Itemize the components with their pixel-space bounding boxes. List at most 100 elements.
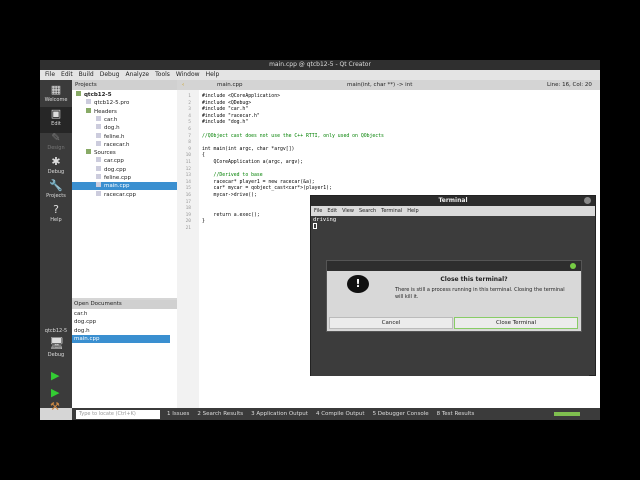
folder-icon [86, 107, 91, 113]
folder-icon [76, 91, 81, 96]
open-document[interactable]: car.h [72, 310, 170, 318]
symbol-selector[interactable]: main(int, char **) -> int [347, 80, 412, 90]
output-tab[interactable]: 4 Compile Output [316, 411, 365, 417]
mode-design[interactable]: ✎ Design [40, 131, 72, 157]
mode-edit[interactable]: ▣ Edit [40, 107, 72, 133]
mode-label: Help [50, 217, 62, 223]
output-tab[interactable]: 2 Search Results [197, 411, 243, 417]
menu-analyze[interactable]: Analyze [125, 70, 149, 80]
terminal-menu-item[interactable]: Terminal [381, 206, 402, 216]
open-documents-header[interactable]: Open Documents [72, 300, 177, 309]
tree-item[interactable]: racecar.cpp [72, 190, 177, 199]
dialog-titlebar [327, 261, 581, 271]
line-number: 13 [185, 173, 191, 179]
code-line: int main(int argc, char *argv[]) [202, 146, 295, 152]
open-document[interactable]: dog.cpp [72, 318, 170, 326]
tree-label: dog.cpp [104, 166, 127, 173]
close-icon[interactable] [584, 197, 591, 204]
mode-projects[interactable]: 🔧 Projects [40, 179, 72, 205]
wrench-icon: 🔧 [49, 179, 63, 192]
folder-icon [86, 149, 91, 155]
tree-label: qtcb12-5.pro [94, 100, 130, 107]
file-icon [96, 124, 101, 130]
terminal-menu-item[interactable]: Search [359, 206, 376, 216]
tree-item[interactable]: dog.h [72, 124, 177, 132]
kit-project[interactable]: qtcb12-5 [40, 328, 72, 334]
mode-welcome[interactable]: ▦ Welcome [40, 83, 72, 109]
open-document[interactable]: main.cpp [72, 334, 170, 343]
tree-item[interactable]: Sources [72, 149, 177, 157]
tree-item[interactable]: main.cpp [72, 182, 177, 191]
line-number: 21 [185, 226, 191, 231]
dialog-close-icon[interactable] [570, 263, 576, 269]
terminal-output-text: driving [313, 217, 337, 223]
menu-debug[interactable]: Debug [100, 70, 120, 80]
tree-item[interactable]: racecar.h [72, 140, 177, 149]
file-icon [96, 115, 101, 121]
output-tab[interactable]: 3 Application Output [251, 411, 308, 417]
menu-window[interactable]: Window [176, 70, 200, 80]
output-tab[interactable]: 8 Test Results [437, 411, 475, 417]
terminal-menu-item[interactable]: File [314, 206, 322, 216]
mode-bar: ▦ Welcome ▣ Edit ✎ Design ✱ Debug 🔧 Projects? Help… [40, 80, 72, 413]
terminal-menu-item[interactable]: View [342, 206, 354, 216]
tree-label: Headers [94, 108, 117, 115]
monitor-icon[interactable]: 🖥 [49, 336, 64, 350]
tree-item[interactable]: qtcb12-5.pro [72, 99, 177, 107]
file-icon [96, 157, 101, 163]
tree-label: racecar.h [104, 141, 130, 148]
back-icon[interactable]: ‹ [182, 80, 184, 90]
tree-item[interactable]: car.h [72, 115, 177, 124]
line-number: 16 [185, 193, 191, 198]
tree-item[interactable]: feline.cpp [72, 174, 177, 182]
output-pane-bar: Type to locate (Ctrl+K) 1 Issues 2 Search… [72, 408, 600, 420]
open-document[interactable]: dog.h [72, 327, 170, 335]
code-line: car* mycar = qobject_cast<car*>(player1)… [202, 186, 332, 192]
menu-build[interactable]: Build [79, 70, 94, 80]
line-number: 3 [188, 107, 191, 113]
build-hammer-icon[interactable]: ⚒ [50, 400, 60, 413]
menu-file[interactable]: File [45, 70, 55, 80]
menu-edit[interactable]: Edit [61, 70, 73, 80]
line-number: 1 [188, 94, 191, 99]
tree-item[interactable]: dog.cpp [72, 165, 177, 174]
dialog-title: Close this terminal? [440, 276, 508, 283]
tree-item[interactable]: qtcb12-5 [72, 91, 177, 99]
mode-label: Design [47, 145, 65, 151]
file-selector[interactable]: main.cpp [217, 80, 243, 90]
file-icon [86, 99, 91, 105]
terminal-title: Terminal [311, 196, 595, 206]
menu-bar: File Edit Build Debug Analyze Tools Window Help [40, 70, 600, 80]
close-terminal-button[interactable]: Close Terminal [454, 317, 578, 329]
terminal-menu-item[interactable]: Edit [327, 206, 337, 216]
dialog-message: There is still a process running in this… [395, 287, 565, 300]
locate-input[interactable]: Type to locate (Ctrl+K) [76, 409, 160, 419]
menu-help[interactable]: Help [206, 70, 220, 80]
cancel-button[interactable]: Cancel [329, 317, 453, 329]
code-line: //Derived to base [202, 173, 263, 179]
project-tree: qtcb12-5 qtcb12-5.pro Headers car.h dog.h fel… [72, 90, 177, 298]
editor-toolbar: ‹ main.cpp main(int, char **) -> int Lin… [177, 80, 600, 90]
output-tab[interactable]: 1 Issues [167, 411, 189, 417]
tree-label: dog.h [104, 125, 120, 132]
code-line: } [202, 219, 205, 225]
output-tab[interactable]: 5 Debugger Console [373, 411, 429, 417]
line-number: 10 [185, 153, 191, 159]
line-number: 5 [188, 120, 191, 126]
line-gutter: 1 2 3 4 5 6 7 8 9 10 11 12 13 14 15 16 17 18 19 20 21 [177, 90, 199, 408]
tree-item[interactable]: car.cpp [72, 157, 177, 165]
mode-label: Debug [47, 169, 65, 175]
code-line: //QObject cast does not use the C++ RTTI… [202, 133, 384, 139]
tree-item[interactable]: Headers [72, 107, 177, 116]
projects-header[interactable]: Projects [72, 80, 177, 90]
tree-item[interactable]: feline.h [72, 132, 177, 141]
mode-help[interactable]: ? Help [40, 203, 72, 229]
line-number: 6 [188, 127, 191, 132]
tree-label: car.h [104, 116, 118, 123]
menu-tools[interactable]: Tools [155, 70, 170, 80]
debug-run-icon[interactable]: ▶ [51, 386, 59, 399]
terminal-menu-item[interactable]: Help [407, 206, 418, 216]
run-icon[interactable]: ▶ [51, 369, 59, 382]
mode-debug[interactable]: ✱ Debug [40, 155, 72, 181]
line-number: 18 [185, 206, 191, 212]
